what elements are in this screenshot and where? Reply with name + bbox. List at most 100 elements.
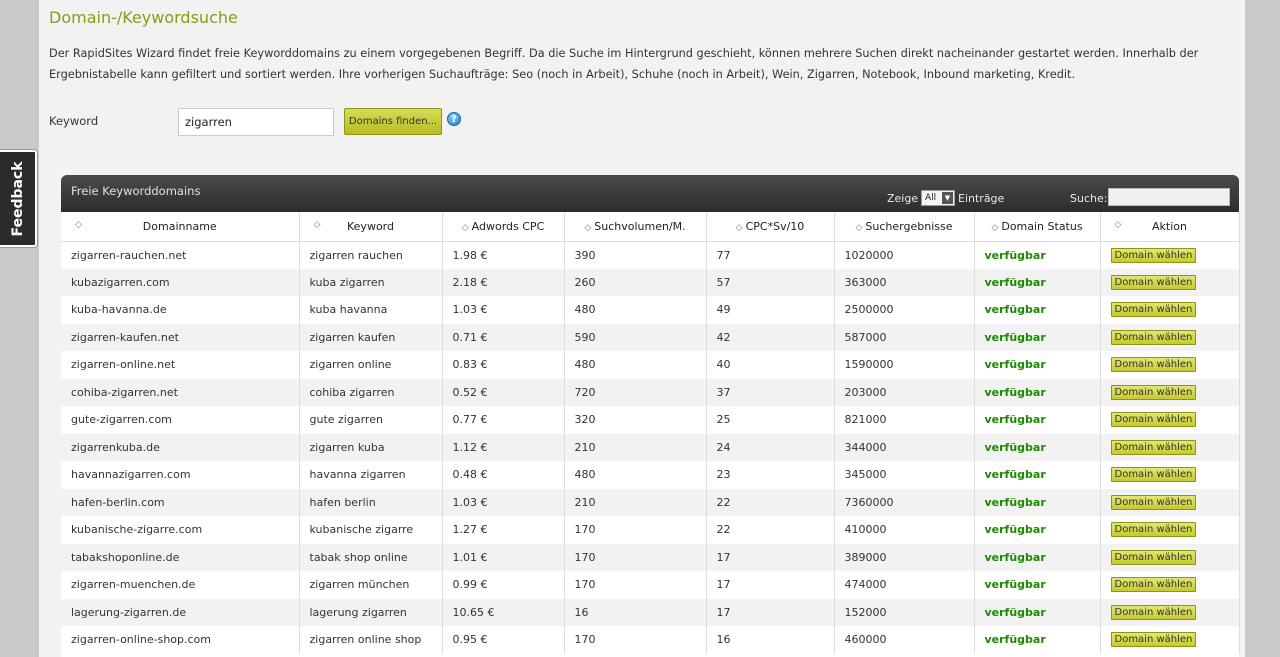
cell-action: Domain wählen: [1100, 351, 1240, 379]
cell-action: Domain wählen: [1100, 323, 1240, 351]
feedback-tab[interactable]: Feedback: [0, 150, 37, 247]
results-panel: Freie Keyworddomains Zeige All ▼ Einträg…: [61, 175, 1240, 657]
cell-results: 7360000: [834, 488, 975, 516]
cell-cpc: 2.18 €: [442, 268, 565, 296]
cell-keyword: zigarren online: [299, 351, 443, 379]
cell-status: verfügbar: [974, 516, 1101, 544]
select-domain-button[interactable]: Domain wählen: [1110, 549, 1197, 565]
sort-icon: ◇: [75, 220, 82, 230]
cell-action: Domain wählen: [1100, 241, 1240, 269]
cell-results: 1590000: [834, 351, 975, 379]
th-domainname[interactable]: ◇ Domainname: [61, 212, 300, 242]
cell-keyword: kuba havanna: [299, 296, 443, 324]
th-adwords-cpc[interactable]: ◇ Adwords CPC: [442, 212, 565, 242]
cell-volume: 170: [564, 516, 707, 544]
select-domain-button[interactable]: Domain wählen: [1110, 604, 1197, 620]
cell-results: 344000: [834, 433, 975, 461]
cell-keyword: cohiba zigarren: [299, 378, 443, 406]
cell-volume: 390: [564, 241, 707, 269]
cell-status: verfügbar: [974, 571, 1101, 599]
page-title: Domain-/Keywordsuche: [49, 8, 238, 27]
cell-cpc: 1.01 €: [442, 543, 565, 571]
cell-status: verfügbar: [974, 543, 1101, 571]
select-domain-button[interactable]: Domain wählen: [1110, 329, 1197, 345]
table-row: zigarrenkuba.de zigarren kuba 1.12 €210 24 3…: [61, 433, 1240, 461]
select-domain-button[interactable]: Domain wählen: [1110, 357, 1197, 373]
keyword-input[interactable]: zigarren: [178, 108, 334, 136]
select-domain-button[interactable]: Domain wählen: [1110, 522, 1197, 538]
select-domain-button[interactable]: Domain wählen: [1110, 412, 1197, 428]
cell-cpcsv: 16: [706, 626, 835, 654]
th-suchergebnisse[interactable]: ◇ Suchergebnisse: [834, 212, 975, 242]
cell-cpcsv: 57: [706, 268, 835, 296]
select-domain-button[interactable]: Domain wählen: [1110, 494, 1197, 510]
entries-select-value: All: [925, 193, 937, 203]
cell-cpcsv: 42: [706, 323, 835, 351]
cell-cpcsv: 25: [706, 406, 835, 434]
cell-domain: hafen-berlin.com: [61, 488, 300, 516]
cell-cpcsv: 17: [706, 598, 835, 626]
th-aktion[interactable]: ◇ Aktion: [1100, 212, 1240, 242]
select-domain-button[interactable]: Domain wählen: [1110, 274, 1197, 290]
chevron-down-icon: ▼: [942, 192, 953, 204]
sort-icon: ◇: [584, 222, 592, 233]
th-cpc-sv[interactable]: ◇ CPC*Sv/10: [706, 212, 835, 242]
th-suchvolumen[interactable]: ◇ Suchvolumen/M.: [564, 212, 707, 242]
cell-keyword: havanna zigarren: [299, 461, 443, 489]
cell-cpc: 1.03 €: [442, 296, 565, 324]
cell-domain: zigarren-kaufen.net: [61, 323, 300, 351]
table-row: tabakshoponline.de tabak shop online 1.01 …: [61, 543, 1240, 571]
select-domain-button[interactable]: Domain wählen: [1110, 247, 1197, 263]
cell-results: 2500000: [834, 296, 975, 324]
status-text: verfügbar: [984, 303, 1046, 317]
select-domain-button[interactable]: Domain wählen: [1110, 467, 1197, 483]
status-text: verfügbar: [984, 523, 1046, 537]
status-text: verfügbar: [984, 578, 1046, 592]
header-label: Domainname: [142, 219, 217, 233]
cell-cpc: 0.71 €: [442, 323, 565, 351]
help-icon[interactable]: ?: [447, 112, 461, 126]
cell-keyword: zigarren münchen: [299, 571, 443, 599]
cell-cpc: 0.83 €: [442, 351, 565, 379]
cell-domain: zigarren-rauchen.net: [61, 241, 300, 269]
cell-status: verfügbar: [974, 378, 1101, 406]
cell-domain: kubazigarren.com: [61, 268, 300, 296]
entries-select[interactable]: All ▼: [921, 190, 955, 206]
select-domain-button[interactable]: Domain wählen: [1110, 439, 1197, 455]
panel-header: Freie Keyworddomains Zeige All ▼ Einträg…: [61, 175, 1239, 212]
th-domain-status[interactable]: ◇ Domain Status: [974, 212, 1101, 242]
select-domain-button[interactable]: Domain wählen: [1110, 384, 1197, 400]
status-text: verfügbar: [984, 440, 1046, 454]
cell-volume: 170: [564, 626, 707, 654]
cell-action: Domain wählen: [1100, 543, 1240, 571]
table-row: kubanische-zigarre.com kubanische zigarre…: [61, 516, 1240, 544]
sort-icon: ◇: [855, 222, 863, 233]
cell-domain: zigarren-muenchen.de: [61, 571, 300, 599]
select-domain-button[interactable]: Domain wählen: [1110, 577, 1197, 593]
cell-volume: 590: [564, 323, 707, 351]
table-search-input[interactable]: [1108, 188, 1230, 206]
select-domain-button[interactable]: Domain wählen: [1110, 632, 1197, 648]
cell-keyword: hafen berlin: [299, 488, 443, 516]
cell-status: verfügbar: [974, 406, 1101, 434]
keyword-label: Keyword: [49, 114, 99, 128]
cell-action: Domain wählen: [1100, 406, 1240, 434]
cell-volume: 320: [564, 406, 707, 434]
cell-domain: zigarren-online.net: [61, 351, 300, 379]
cell-domain: kubanische-zigarre.com: [61, 516, 300, 544]
cell-domain: kuba-havanna.de: [61, 296, 300, 324]
cell-cpcsv: 49: [706, 296, 835, 324]
status-text: verfügbar: [984, 385, 1046, 399]
panel-title: Freie Keyworddomains: [71, 184, 201, 198]
find-domains-button[interactable]: Domains finden...: [344, 108, 442, 135]
th-keyword[interactable]: ◇ Keyword: [299, 212, 443, 242]
cell-keyword: zigarren online shop: [299, 626, 443, 654]
select-domain-button[interactable]: Domain wählen: [1110, 302, 1197, 318]
cell-cpc: 1.27 €: [442, 516, 565, 544]
cell-cpcsv: 40: [706, 351, 835, 379]
cell-domain: gute-zigarren.com: [61, 406, 300, 434]
cell-action: Domain wählen: [1100, 268, 1240, 296]
cell-volume: 210: [564, 488, 707, 516]
sort-icon: ◇: [735, 222, 743, 233]
cell-volume: 210: [564, 433, 707, 461]
